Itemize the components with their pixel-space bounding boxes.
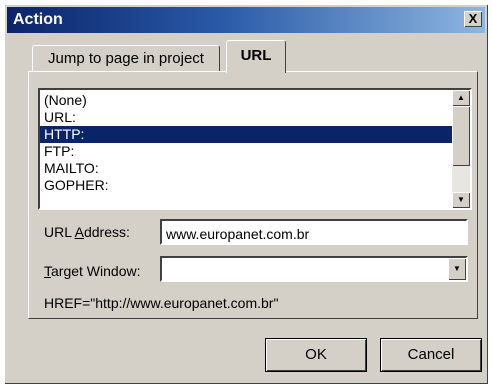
- arrow-up-icon: ▲: [457, 93, 465, 102]
- ok-button[interactable]: OK: [266, 339, 366, 371]
- scroll-thumb[interactable]: [452, 106, 470, 166]
- url-address-input[interactable]: www.europanet.com.br: [160, 219, 468, 245]
- list-item[interactable]: (None): [40, 92, 452, 109]
- scroll-down-button[interactable]: ▼: [452, 192, 470, 208]
- list-item[interactable]: GOPHER:: [40, 177, 452, 194]
- target-window-select[interactable]: ▼: [160, 256, 468, 282]
- list-scrollbar[interactable]: ▲ ▼: [452, 90, 470, 208]
- list-item[interactable]: FTP:: [40, 143, 452, 160]
- tab-url[interactable]: URL: [226, 40, 286, 73]
- cancel-button[interactable]: Cancel: [381, 339, 481, 371]
- arrow-down-icon: ▼: [457, 195, 465, 204]
- href-preview: HREF="http://www.europanet.com.br": [44, 295, 279, 311]
- dropdown-button[interactable]: ▼: [448, 258, 466, 280]
- chevron-down-icon: ▼: [453, 264, 461, 273]
- close-icon: X: [468, 11, 478, 26]
- list-item-selected[interactable]: HTTP:: [40, 126, 452, 143]
- target-window-label: Target Window:: [44, 263, 141, 279]
- tab-jump-to-page[interactable]: Jump to page in project: [32, 45, 220, 72]
- title-bar[interactable]: Action X: [7, 7, 485, 33]
- window-title: Action: [13, 11, 63, 28]
- protocol-listbox[interactable]: (None) URL: HTTP: FTP: MAILTO: GOPHER: ▲…: [38, 88, 472, 210]
- list-item[interactable]: MAILTO:: [40, 160, 452, 177]
- list-item[interactable]: URL:: [40, 109, 452, 126]
- close-button[interactable]: X: [464, 11, 482, 27]
- scroll-up-button[interactable]: ▲: [452, 90, 470, 106]
- url-address-label: URL Address:: [44, 224, 130, 240]
